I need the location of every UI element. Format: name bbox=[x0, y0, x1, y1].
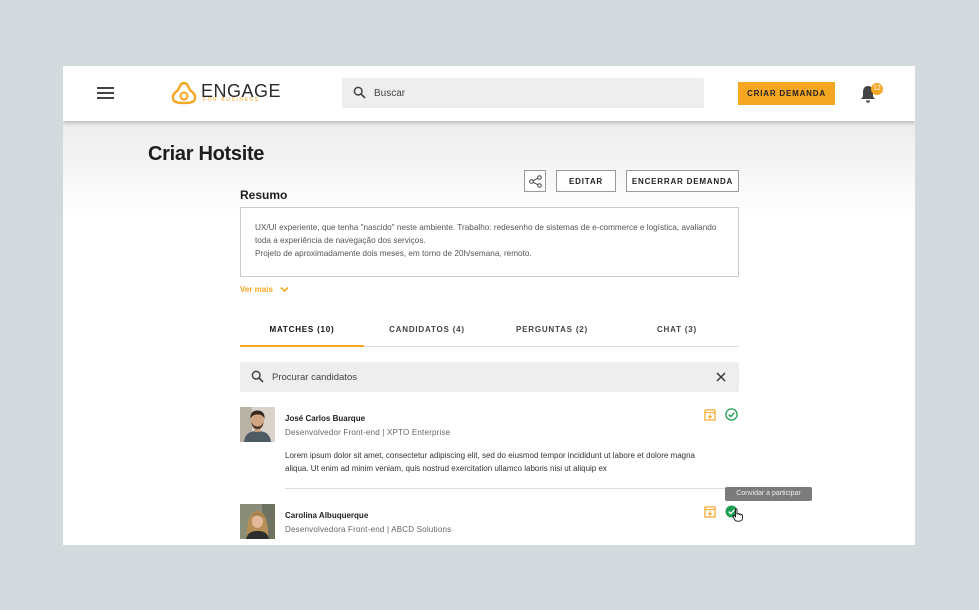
candidate-description-line: aliqua. Ut enim ad minim veniam, quis no… bbox=[285, 464, 607, 473]
chevron-down-icon bbox=[280, 286, 289, 293]
save-icon[interactable] bbox=[704, 409, 716, 421]
avatar[interactable] bbox=[240, 504, 275, 539]
global-search-input[interactable] bbox=[374, 78, 694, 108]
candidate-description-line: Lorem ipsum dolor sit amet, consectetur … bbox=[285, 451, 695, 460]
see-more-label: Ver mais bbox=[240, 285, 273, 294]
tab-chat[interactable]: CHAT (3) bbox=[615, 319, 739, 347]
tab-bar: MATCHES (10) CANDIDATOS (4) PERGUNTAS (2… bbox=[240, 319, 739, 347]
edit-button[interactable]: EDITAR bbox=[556, 170, 616, 192]
search-icon bbox=[251, 370, 264, 383]
logo[interactable]: ENGAGE FOR BUSINESS bbox=[171, 80, 291, 106]
main-content: Criar Hotsite EDITAR ENCERRAR DEMANDA Re… bbox=[63, 121, 915, 545]
search-icon bbox=[353, 86, 366, 99]
see-more-link[interactable]: Ver mais bbox=[240, 285, 289, 294]
invite-tooltip: Convidar a participar bbox=[725, 487, 812, 501]
tab-perguntas[interactable]: PERGUNTAS (2) bbox=[490, 319, 614, 347]
avatar[interactable] bbox=[240, 407, 275, 442]
candidate-search-input[interactable] bbox=[272, 362, 692, 392]
share-button[interactable] bbox=[524, 170, 546, 192]
tab-matches[interactable]: MATCHES (10) bbox=[240, 319, 364, 347]
hand-cursor-icon bbox=[732, 508, 743, 522]
divider bbox=[285, 488, 739, 489]
summary-box: UX/UI experiente, que tenha "nascido" ne… bbox=[240, 207, 739, 277]
close-icon[interactable] bbox=[716, 372, 726, 382]
page-title: Criar Hotsite bbox=[148, 143, 265, 165]
close-demand-button[interactable]: ENCERRAR DEMANDA bbox=[626, 170, 739, 192]
notification-badge: 12 bbox=[871, 83, 883, 95]
candidate-name: José Carlos Buarque bbox=[285, 414, 366, 423]
summary-line: Projeto de aproximadamente dois meses, e… bbox=[255, 249, 532, 258]
candidate-card: Carolina Albuquerque Desenvolvedora Fron… bbox=[240, 504, 739, 544]
tab-candidatos[interactable]: CANDIDATOS (4) bbox=[365, 319, 489, 347]
logo-mark-icon bbox=[171, 81, 197, 105]
share-icon bbox=[529, 175, 542, 188]
candidate-role: Desenvolvedora Front-end | ABCD Solution… bbox=[285, 525, 452, 534]
candidate-name: Carolina Albuquerque bbox=[285, 511, 369, 520]
global-search bbox=[342, 78, 704, 108]
summary-line: toda a experiência de navegação dos serv… bbox=[255, 236, 426, 245]
summary-line: UX/UI experiente, que tenha "nascido" ne… bbox=[255, 223, 717, 232]
save-icon[interactable] bbox=[704, 506, 716, 518]
candidate-card: José Carlos Buarque Desenvolvedor Front-… bbox=[240, 407, 739, 491]
candidate-role: Desenvolvedor Front-end | XPTO Enterpris… bbox=[285, 428, 451, 437]
logo-subtitle: FOR BUSINESS bbox=[203, 97, 260, 103]
candidate-description: Lorem ipsum dolor sit amet, consectetur … bbox=[285, 449, 730, 475]
menu-icon[interactable] bbox=[97, 87, 114, 100]
top-bar: ENGAGE FOR BUSINESS CRIAR DEMANDA 12 bbox=[63, 66, 915, 121]
create-demand-button[interactable]: CRIAR DEMANDA bbox=[738, 82, 835, 105]
candidate-search bbox=[240, 362, 739, 392]
app-window: ENGAGE FOR BUSINESS CRIAR DEMANDA 12 Cri… bbox=[63, 66, 915, 545]
check-circle-icon[interactable] bbox=[725, 408, 738, 421]
summary-title: Resumo bbox=[240, 188, 288, 202]
